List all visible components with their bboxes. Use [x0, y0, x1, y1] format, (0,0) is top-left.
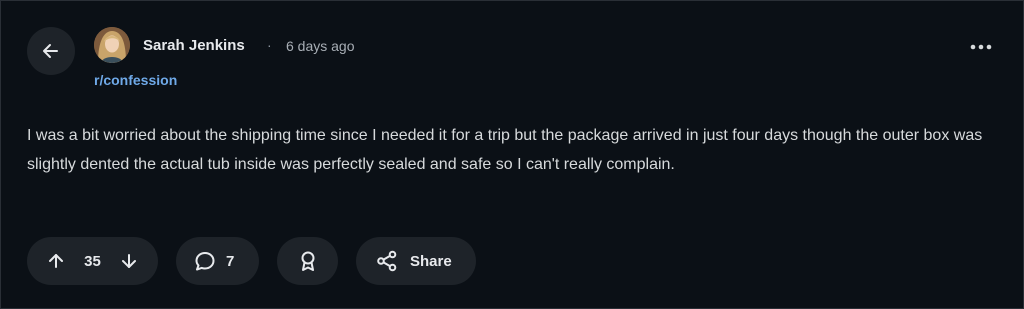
- upvote-button[interactable]: [47, 252, 65, 270]
- avatar-image: [94, 27, 130, 63]
- award-ribbon-icon: [298, 250, 318, 272]
- post-body: I was a bit worried about the shipping t…: [27, 127, 983, 173]
- comment-bubble-icon: [194, 250, 216, 272]
- more-horizontal-icon: [970, 44, 992, 50]
- comments-button[interactable]: 7: [176, 237, 259, 285]
- more-options-button[interactable]: [963, 31, 999, 63]
- share-button[interactable]: Share: [356, 237, 476, 285]
- vote-count: 35: [84, 252, 101, 270]
- vote-bar: 35: [27, 237, 158, 285]
- post-container: Sarah Jenkins · 6 days ago r/confession …: [0, 0, 1024, 309]
- subreddit-link[interactable]: r/confession: [94, 72, 177, 88]
- post-timestamp: 6 days ago: [286, 38, 355, 54]
- avatar[interactable]: [94, 27, 130, 63]
- share-label: Share: [410, 252, 452, 270]
- comment-count: 7: [226, 252, 235, 270]
- award-button[interactable]: [277, 237, 338, 285]
- meta-separator: ·: [267, 37, 272, 53]
- back-button[interactable]: [27, 27, 75, 75]
- downvote-button[interactable]: [120, 252, 138, 270]
- arrow-up-icon: [49, 254, 63, 268]
- share-nodes-icon: [376, 250, 398, 272]
- arrow-left-icon: [41, 41, 61, 61]
- author-name[interactable]: Sarah Jenkins: [143, 37, 245, 54]
- arrow-down-icon: [122, 254, 136, 268]
